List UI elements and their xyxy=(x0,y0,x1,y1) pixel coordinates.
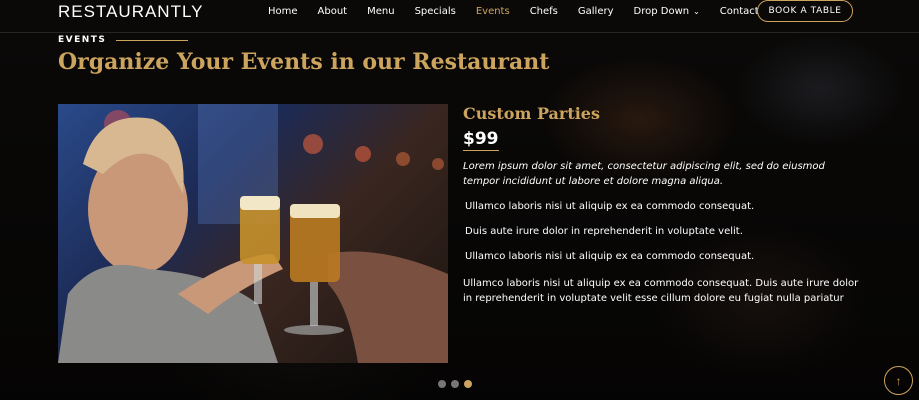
nav-about[interactable]: About xyxy=(318,6,348,17)
section-label-text: EVENTS xyxy=(58,35,107,45)
arrow-up-icon: ↑ xyxy=(895,373,902,388)
nav-gallery[interactable]: Gallery xyxy=(578,6,614,17)
book-table-button[interactable]: BOOK A TABLE xyxy=(757,0,853,22)
event-bullet: Duis aute irure dolor in reprehenderit i… xyxy=(465,226,743,237)
carousel-pagination xyxy=(438,380,472,388)
nav-events[interactable]: Events xyxy=(476,6,510,17)
nav-chefs[interactable]: Chefs xyxy=(530,6,558,17)
nav-dropdown-label: Drop Down xyxy=(633,6,690,17)
nav-specials[interactable]: Specials xyxy=(415,6,456,17)
nav-menu[interactable]: Menu xyxy=(367,6,394,17)
section-label-line xyxy=(116,39,189,41)
event-bullet: Ullamco laboris nisi ut aliquip ex ea co… xyxy=(465,201,755,212)
back-to-top-button[interactable]: ↑ xyxy=(884,366,913,395)
event-price: $99 xyxy=(463,129,499,151)
logo[interactable]: RESTAURANTLY xyxy=(58,2,204,22)
chevron-down-icon: ⌄ xyxy=(693,7,700,16)
section-title: Organize Your Events in our Restaurant xyxy=(58,49,550,75)
event-intro: Lorem ipsum dolor sit amet, consectetur … xyxy=(463,161,825,187)
carousel-dot[interactable] xyxy=(451,380,459,388)
event-photo xyxy=(58,104,448,363)
event-details: Custom Parties $99 Lorem ipsum dolor sit… xyxy=(463,104,863,306)
nav-dropdown[interactable]: Drop Down ⌄ xyxy=(634,6,700,17)
carousel-dot[interactable] xyxy=(438,380,446,388)
nav-contact[interactable]: Contact xyxy=(720,6,759,17)
event-photo-illustration xyxy=(58,104,448,363)
carousel-dot-active[interactable] xyxy=(464,380,472,388)
nav-home[interactable]: Home xyxy=(268,6,298,17)
section-label: EVENTS xyxy=(58,35,189,45)
event-description: Ullamco laboris nisi ut aliquip ex ea co… xyxy=(463,278,859,304)
event-bullet: Ullamco laboris nisi ut aliquip ex ea co… xyxy=(465,251,755,262)
main-nav: Home About Menu Specials Events Chefs Ga… xyxy=(268,6,779,17)
header: RESTAURANTLY Home About Menu Specials Ev… xyxy=(0,0,919,33)
event-title: Custom Parties xyxy=(463,104,600,123)
